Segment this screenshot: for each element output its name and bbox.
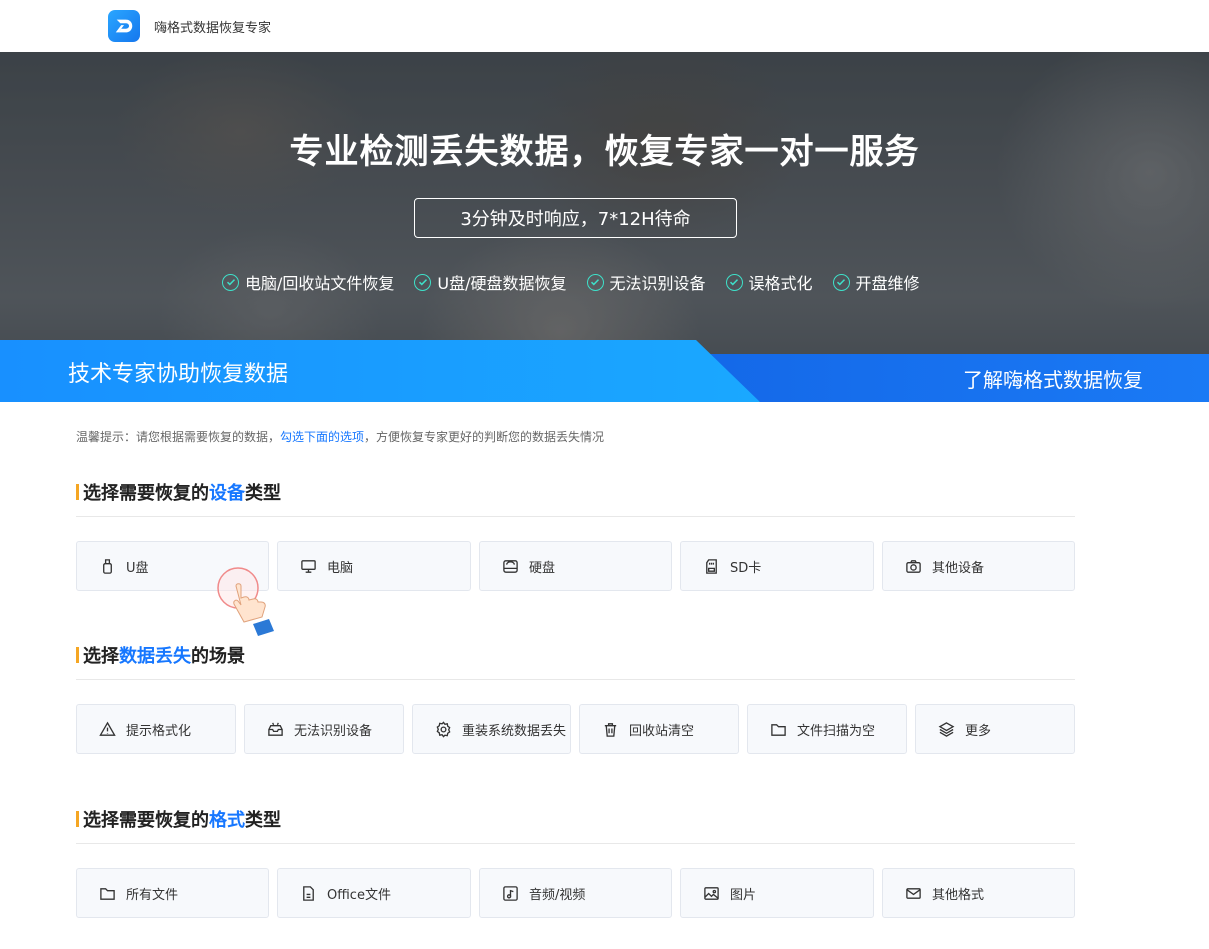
scene-option-scan-empty[interactable]: 文件扫描为空	[747, 704, 907, 754]
section-title-format: 选择需要恢复的 格式 类型	[76, 806, 281, 832]
device-option-sdcard[interactable]: SD卡	[680, 541, 874, 591]
section-title-scene: 选择 数据丢失 的场景	[76, 642, 245, 668]
about-tab-label[interactable]: 了解嗨格式数据恢复	[963, 364, 1143, 393]
format-option-image[interactable]: 图片	[680, 868, 874, 918]
hint-text: 温馨提示：请您根据需要恢复的数据，勾选下面的选项，方便恢复专家更好的判断您的数据…	[76, 430, 605, 444]
feature-item: 误格式化	[725, 270, 813, 294]
feature-item: 开盘维修	[832, 270, 920, 294]
camera-icon	[904, 557, 922, 575]
format-option-office[interactable]: Office文件	[277, 868, 471, 918]
response-time-pill: 3分钟及时响应，7*12H待命	[414, 198, 737, 238]
image-icon	[702, 884, 720, 902]
monitor-icon	[299, 557, 317, 575]
scene-option-recycle[interactable]: 回收站清空	[579, 704, 739, 754]
inbox-icon	[266, 720, 284, 738]
document-icon	[299, 884, 317, 902]
divider	[76, 679, 1075, 680]
harddisk-icon	[501, 557, 519, 575]
hint-highlight: 勾选下面的选项	[280, 430, 365, 444]
format-option-media[interactable]: 音频/视频	[479, 868, 672, 918]
device-option-harddisk[interactable]: 硬盘	[479, 541, 672, 591]
divider	[76, 843, 1075, 844]
usb-icon	[98, 557, 116, 575]
scene-option-unrecognized[interactable]: 无法识别设备	[244, 704, 404, 754]
folder-icon	[98, 884, 116, 902]
scene-option-more[interactable]: 更多	[915, 704, 1075, 754]
pointer-hand-icon	[216, 566, 278, 638]
feature-list: 电脑/回收站文件恢复 U盘/硬盘数据恢复 无法识别设备 误格式化 开盘维修	[222, 270, 920, 294]
expert-tab-label[interactable]: 技术专家协助恢复数据	[68, 356, 288, 388]
check-circle-icon	[414, 273, 432, 291]
feature-item: 电脑/回收站文件恢复	[222, 270, 394, 294]
trash-icon	[601, 720, 619, 738]
section-title-device: 选择需要恢复的 设备 类型	[76, 479, 281, 505]
hero-title: 专业检测丢失数据，恢复专家一对一服务	[289, 132, 920, 172]
device-option-computer[interactable]: 电脑	[277, 541, 471, 591]
feature-item: U盘/硬盘数据恢复	[414, 270, 567, 294]
check-circle-icon	[222, 273, 239, 291]
music-icon	[501, 884, 519, 902]
scene-option-reinstall[interactable]: 重装系统数据丢失	[412, 704, 571, 754]
format-option-all[interactable]: 所有文件	[76, 868, 269, 918]
gear-icon	[434, 720, 452, 738]
brand-name[interactable]: 嗨格式数据恢复专家	[154, 17, 271, 36]
brand-logo-icon[interactable]	[108, 10, 140, 42]
folder-icon	[769, 720, 787, 738]
mail-icon	[904, 884, 922, 902]
feature-item: 无法识别设备	[586, 270, 706, 294]
layers-icon	[937, 720, 955, 738]
scene-option-format-prompt[interactable]: 提示格式化	[76, 704, 236, 754]
top-header: 嗨格式数据恢复专家	[0, 0, 1209, 52]
warning-icon	[98, 720, 116, 738]
check-circle-icon	[832, 273, 850, 291]
device-option-other[interactable]: 其他设备	[882, 541, 1075, 591]
format-option-other[interactable]: 其他格式	[882, 868, 1075, 918]
sdcard-icon	[702, 557, 720, 575]
divider	[76, 516, 1075, 517]
check-circle-icon	[725, 273, 743, 291]
check-circle-icon	[586, 273, 604, 291]
